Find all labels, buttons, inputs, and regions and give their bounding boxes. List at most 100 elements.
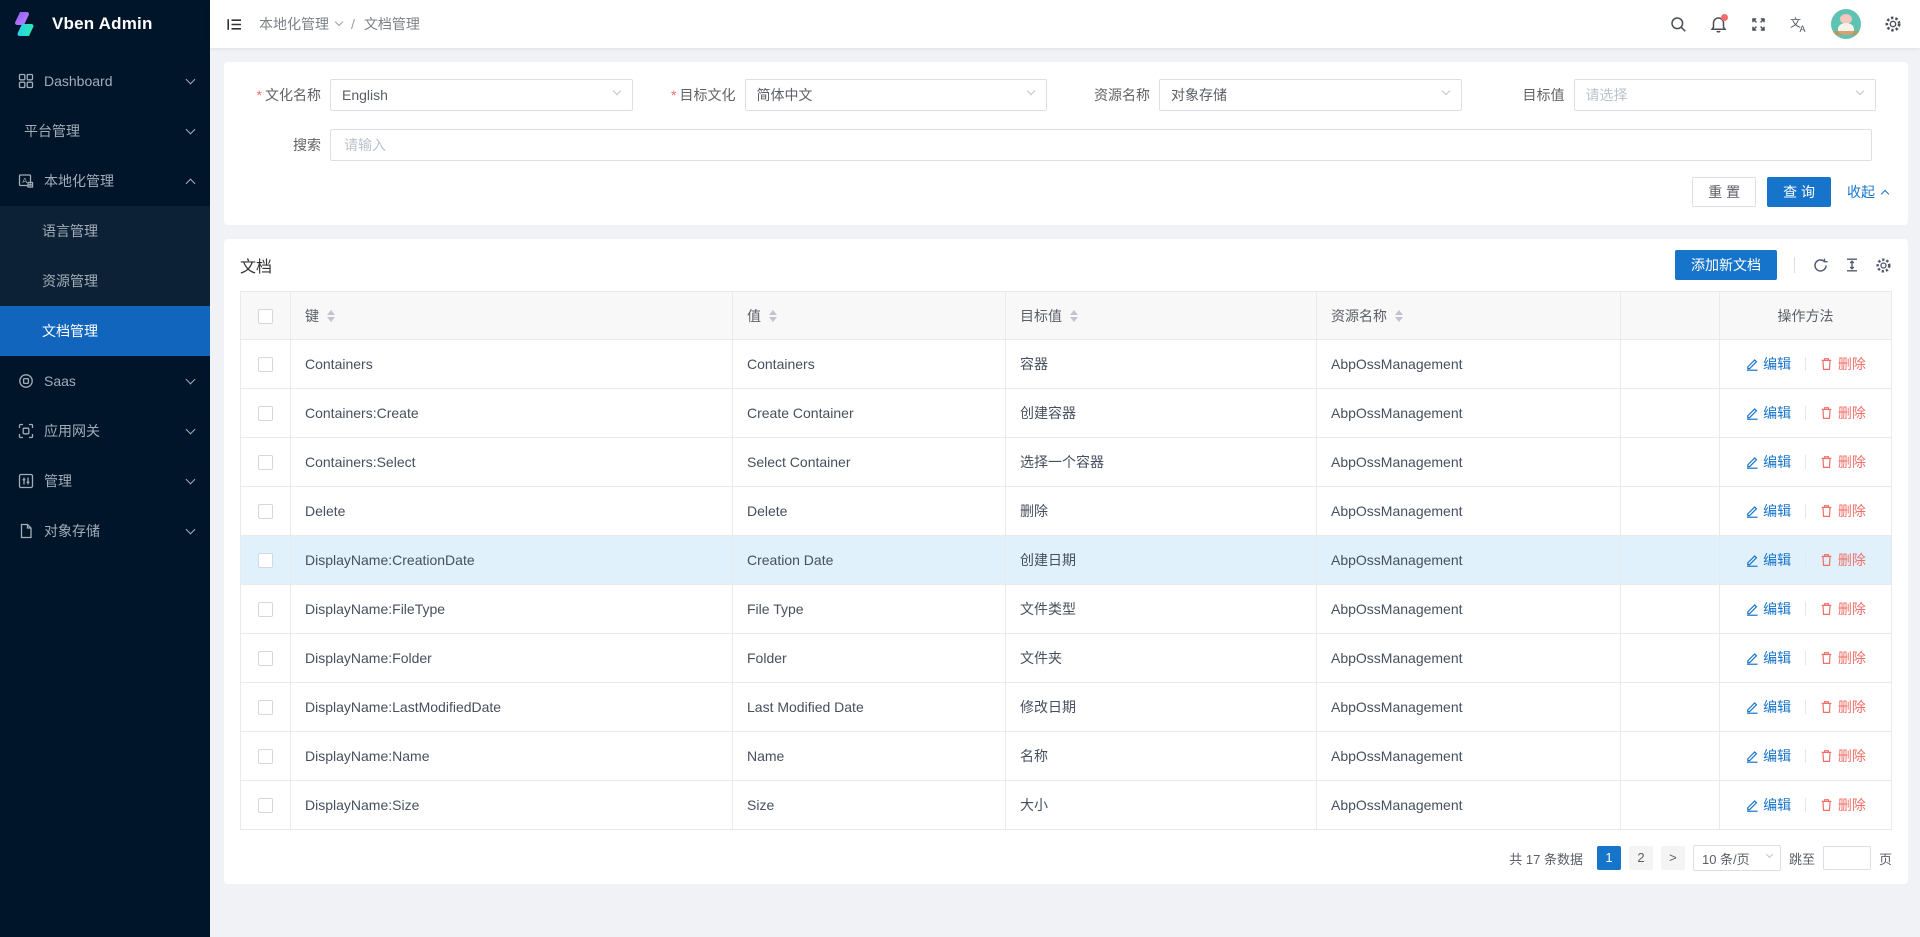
edit-link[interactable]: 编辑 — [1745, 746, 1791, 766]
row-checkbox[interactable] — [258, 602, 273, 617]
query-button[interactable]: 查 询 — [1767, 177, 1831, 207]
delete-link[interactable]: 删除 — [1820, 746, 1866, 766]
sort-icons[interactable] — [1395, 310, 1403, 322]
action-divider — [1805, 504, 1806, 518]
delete-link[interactable]: 删除 — [1820, 550, 1866, 570]
delete-link[interactable]: 删除 — [1820, 354, 1866, 374]
row-height-icon[interactable] — [1844, 257, 1860, 273]
sort-icons[interactable] — [1070, 310, 1078, 322]
delete-link[interactable]: 删除 — [1820, 795, 1866, 815]
field-target-culture: *目标文化 简体中文 — [649, 79, 1064, 111]
column-header-value[interactable]: 值 — [733, 292, 1006, 340]
settings-gear-icon[interactable] — [1884, 15, 1902, 33]
bell-icon[interactable] — [1710, 16, 1727, 33]
delete-link[interactable]: 删除 — [1820, 501, 1866, 521]
row-checkbox[interactable] — [258, 455, 273, 470]
cell-key: Containers:Create — [291, 389, 733, 438]
sidebar-item-dashboard[interactable]: Dashboard — [0, 56, 210, 106]
column-header-key[interactable]: 键 — [291, 292, 733, 340]
edit-link[interactable]: 编辑 — [1745, 452, 1791, 472]
target-culture-label: *目标文化 — [649, 85, 745, 105]
row-checkbox[interactable] — [258, 749, 273, 764]
row-checkbox[interactable] — [258, 406, 273, 421]
delete-link[interactable]: 删除 — [1820, 697, 1866, 717]
row-checkbox[interactable] — [258, 798, 273, 813]
sidebar-item-document-management[interactable]: 文档管理 — [0, 306, 210, 356]
refresh-icon[interactable] — [1812, 257, 1829, 274]
table-row: DisplayName:LastModifiedDate Last Modifi… — [241, 683, 1892, 732]
row-checkbox[interactable] — [258, 651, 273, 666]
cell-target-value: 容器 — [1006, 340, 1317, 389]
delete-link[interactable]: 删除 — [1820, 648, 1866, 668]
avatar[interactable] — [1831, 9, 1861, 39]
sidebar-item-localization[interactable]: A 本地化管理 — [0, 156, 210, 206]
column-settings-gear-icon[interactable] — [1875, 257, 1892, 274]
sidebar-item-management[interactable]: 管理 — [0, 456, 210, 506]
page-button-1[interactable]: 1 — [1597, 846, 1621, 870]
logo-icon — [10, 9, 40, 39]
breadcrumb-separator: / — [351, 16, 355, 32]
chevron-down-icon — [186, 124, 196, 134]
edit-link[interactable]: 编辑 — [1745, 795, 1791, 815]
breadcrumb-localization[interactable]: 本地化管理 — [259, 14, 342, 34]
cell-target-value: 大小 — [1006, 781, 1317, 830]
edit-link[interactable]: 编辑 — [1745, 403, 1791, 423]
search-label: 搜索 — [234, 135, 330, 155]
field-target-value: 目标值 请选择 — [1478, 79, 1893, 111]
sort-icons[interactable] — [769, 310, 777, 322]
select-all-checkbox[interactable] — [258, 309, 273, 324]
culture-name-select[interactable]: English — [330, 79, 633, 111]
page-content: *文化名称 English *目标文化 简体中文 资源名称 — [210, 48, 1920, 937]
table-toolbar: 文档 添加新文档 — [240, 239, 1892, 291]
row-checkbox[interactable] — [258, 700, 273, 715]
edit-link[interactable]: 编辑 — [1745, 599, 1791, 619]
search-input[interactable] — [342, 136, 1841, 154]
column-header-target-value[interactable]: 目标值 — [1006, 292, 1317, 340]
chevron-down-icon — [186, 524, 196, 534]
sidebar-item-language-management[interactable]: 语言管理 — [0, 206, 210, 256]
next-page-button[interactable]: > — [1661, 846, 1685, 870]
row-checkbox[interactable] — [258, 553, 273, 568]
resource-name-select[interactable]: 对象存储 — [1159, 79, 1462, 111]
target-value-label: 目标值 — [1478, 85, 1574, 105]
reset-button[interactable]: 重 置 — [1692, 177, 1756, 207]
sort-icons[interactable] — [327, 310, 335, 322]
delete-link[interactable]: 删除 — [1820, 599, 1866, 619]
sidebar-item-platform[interactable]: 平台管理 — [0, 106, 210, 156]
trash-icon — [1820, 651, 1833, 665]
row-checkbox[interactable] — [258, 504, 273, 519]
page-button-2[interactable]: 2 — [1629, 846, 1653, 870]
translate-icon[interactable]: 文 A — [1790, 15, 1808, 33]
sidebar-item-saas[interactable]: Saas — [0, 356, 210, 406]
collapse-link[interactable]: 收起 — [1847, 182, 1888, 202]
search-icon[interactable] — [1670, 16, 1687, 33]
table-row: DisplayName:FileType File Type 文件类型 AbpO… — [241, 585, 1892, 634]
chevron-down-icon — [612, 87, 620, 95]
sidebar-item-resource-management[interactable]: 资源管理 — [0, 256, 210, 306]
target-value-select[interactable]: 请选择 — [1574, 79, 1877, 111]
target-culture-select[interactable]: 简体中文 — [745, 79, 1048, 111]
sidebar-item-gateway[interactable]: 应用网关 — [0, 406, 210, 456]
svg-text:A: A — [22, 176, 27, 185]
fullscreen-icon[interactable] — [1750, 16, 1767, 33]
row-checkbox[interactable] — [258, 357, 273, 372]
logo[interactable]: Vben Admin — [0, 0, 210, 48]
add-document-button[interactable]: 添加新文档 — [1675, 250, 1777, 280]
edit-link[interactable]: 编辑 — [1745, 648, 1791, 668]
menu-fold-icon[interactable] — [226, 16, 243, 33]
resource-name-label: 资源名称 — [1063, 85, 1159, 105]
edit-link[interactable]: 编辑 — [1745, 550, 1791, 570]
table-row: DisplayName:Folder Folder 文件夹 AbpOssMana… — [241, 634, 1892, 683]
jump-page-input[interactable] — [1823, 846, 1871, 870]
edit-link[interactable]: 编辑 — [1745, 501, 1791, 521]
action-divider — [1805, 651, 1806, 665]
column-header-resource-name[interactable]: 资源名称 — [1317, 292, 1621, 340]
delete-link[interactable]: 删除 — [1820, 452, 1866, 472]
cell-target-value: 名称 — [1006, 732, 1317, 781]
edit-link[interactable]: 编辑 — [1745, 354, 1791, 374]
edit-pencil-icon — [1745, 553, 1758, 567]
edit-link[interactable]: 编辑 — [1745, 697, 1791, 717]
page-size-select[interactable]: 10 条/页 — [1693, 845, 1781, 871]
sidebar-item-object-storage[interactable]: 对象存储 — [0, 506, 210, 556]
delete-link[interactable]: 删除 — [1820, 403, 1866, 423]
